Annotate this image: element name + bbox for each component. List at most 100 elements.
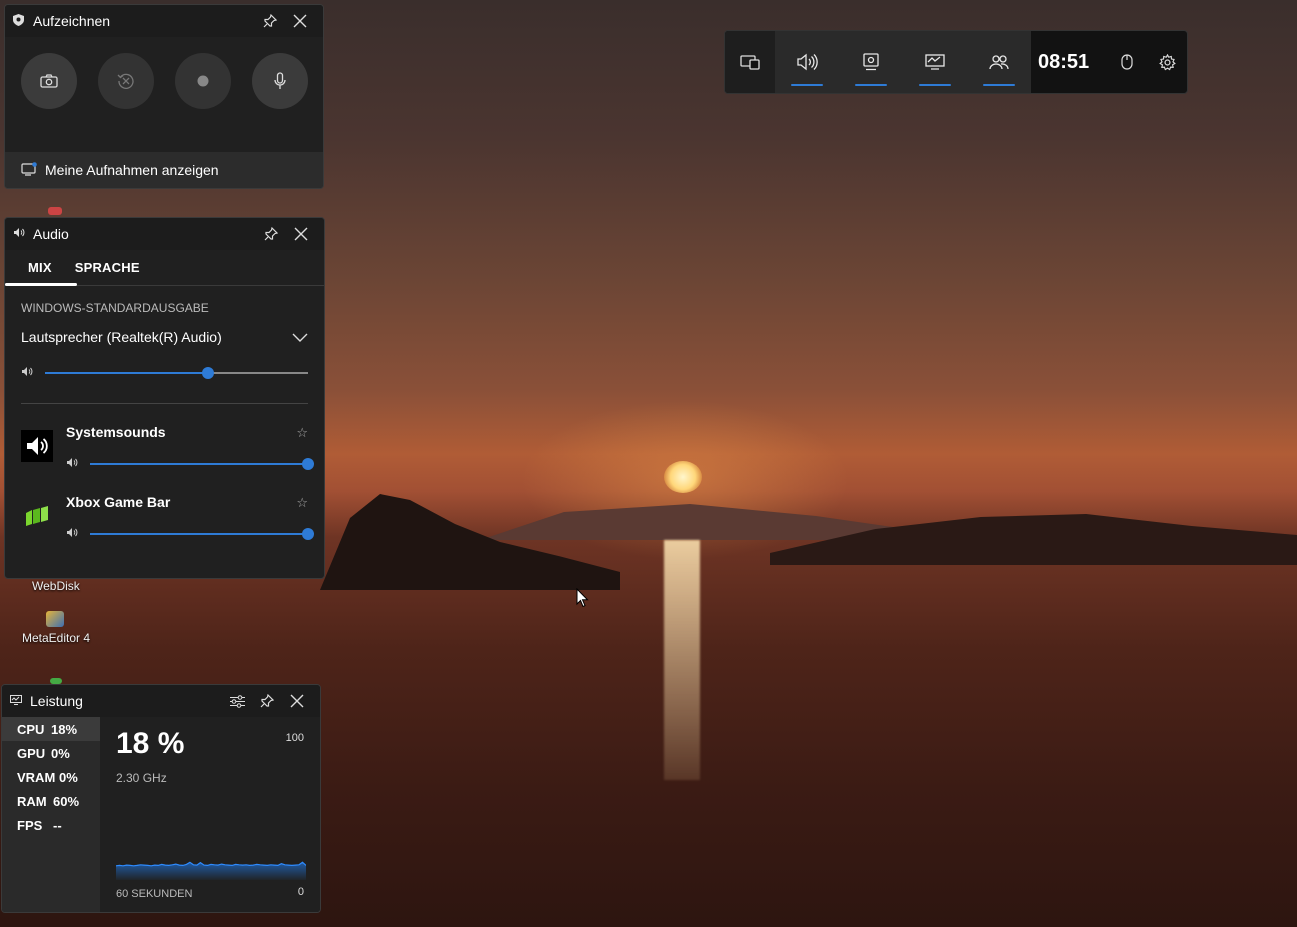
metric-value: 0% <box>59 769 78 785</box>
master-volume-row <box>5 363 324 383</box>
cpu-history-graph <box>116 861 306 880</box>
widget-menu-icon <box>740 55 760 70</box>
game-bar-status: 08:51 <box>1031 31 1187 93</box>
metric-value: 0% <box>51 745 70 761</box>
metric-ram[interactable]: RAM 60% <box>2 789 100 813</box>
capture-buttons <box>5 37 323 109</box>
close-icon[interactable] <box>286 220 316 248</box>
mouse-icon[interactable] <box>1107 54 1147 70</box>
pin-icon[interactable] <box>255 7 285 35</box>
capture-widget: Aufzeichnen Meine Aufnahmen anzeigen <box>4 4 324 189</box>
sun-reflection <box>664 540 700 780</box>
audio-titlebar[interactable]: Audio <box>5 218 324 250</box>
metric-fps[interactable]: FPS -- <box>2 813 100 837</box>
audio-widget: Audio MIX SPRACHE WINDOWS-STANDARDAUSGAB… <box>4 217 325 579</box>
master-volume-slider[interactable] <box>45 367 308 379</box>
metric-list: CPU 18% GPU 0% VRAM 0% RAM 60% FPS -- <box>2 717 100 912</box>
metric-gpu[interactable]: GPU 0% <box>2 741 100 765</box>
volume-icon <box>66 457 90 471</box>
close-icon[interactable] <box>282 687 312 715</box>
tab-sprache[interactable]: SPRACHE <box>67 250 148 285</box>
metric-key: CPU <box>17 721 45 737</box>
metric-value: 18% <box>51 721 78 737</box>
slider-thumb[interactable] <box>302 458 314 470</box>
clock: 08:51 <box>1038 50 1090 73</box>
app-volume-row <box>66 524 324 544</box>
capture-toggle-button[interactable] <box>839 31 903 93</box>
desktop-icon-partial[interactable] <box>48 207 62 215</box>
metric-vram[interactable]: VRAM 0% <box>2 765 100 789</box>
divider <box>21 403 308 404</box>
camera-icon <box>40 74 58 88</box>
history-icon <box>117 73 134 89</box>
desktop-label-webdisk[interactable]: WebDisk <box>32 579 80 593</box>
tab-mix[interactable]: MIX <box>5 250 77 286</box>
xbox-social-toggle-button[interactable] <box>967 31 1031 93</box>
slider-thumb[interactable] <box>202 367 215 379</box>
volume-icon <box>66 527 90 541</box>
capture-title: Aufzeichnen <box>33 13 111 29</box>
record-last-30s-button[interactable] <box>98 53 154 109</box>
star-icon[interactable]: ☆ <box>296 495 308 511</box>
metric-value: 60% <box>53 793 80 809</box>
start-recording-button[interactable] <box>175 53 231 109</box>
show-recordings-link[interactable]: Meine Aufnahmen anzeigen <box>5 152 323 188</box>
app-name: Xbox Game Bar <box>66 494 171 510</box>
monitor-icon <box>925 54 945 70</box>
capture-titlebar[interactable]: Aufzeichnen <box>5 5 323 37</box>
output-device-select[interactable]: Lautsprecher (Realtek(R) Audio) <box>5 315 324 345</box>
game-bar: 08:51 <box>724 30 1188 94</box>
metric-key: FPS <box>17 817 43 833</box>
gear-icon[interactable] <box>1147 53 1187 71</box>
people-icon <box>989 55 1009 70</box>
metric-key: GPU <box>17 745 46 761</box>
pin-icon[interactable] <box>252 687 282 715</box>
app-row-systemsounds: Systemsounds ☆ <box>5 416 324 486</box>
settings-sliders-icon[interactable] <box>222 687 252 715</box>
pin-icon[interactable] <box>256 220 286 248</box>
performance-title: Leistung <box>30 693 83 709</box>
performance-toggle-button[interactable] <box>903 31 967 93</box>
sun <box>664 461 702 493</box>
widget-toggles <box>775 31 1031 93</box>
record-dot-icon <box>197 75 209 87</box>
metric-detail: 18 % 2.30 GHz 100 60 SEKUNDEN 0 <box>100 717 320 912</box>
output-device-name: Lautsprecher (Realtek(R) Audio) <box>21 329 222 345</box>
show-recordings-label: Meine Aufnahmen anzeigen <box>45 162 219 178</box>
star-icon[interactable]: ☆ <box>296 425 308 441</box>
gallery-icon <box>21 161 37 179</box>
graph-max-label: 100 <box>285 732 304 744</box>
desktop-label-metaeditor[interactable]: MetaEditor 4 <box>22 631 90 645</box>
app-name: Systemsounds <box>66 424 166 440</box>
systemsounds-volume-slider[interactable] <box>90 458 314 470</box>
microphone-button[interactable] <box>252 53 308 109</box>
metric-key: VRAM <box>17 769 56 785</box>
capture-widget-icon <box>13 13 27 29</box>
slider-thumb[interactable] <box>302 528 314 540</box>
audio-title: Audio <box>33 226 69 242</box>
xbox-game-bar-icon <box>21 500 53 532</box>
chevron-down-icon <box>292 329 308 345</box>
performance-titlebar[interactable]: Leistung <box>2 685 320 717</box>
widget-menu-button[interactable] <box>725 31 775 93</box>
graph-timespan-label: 60 SEKUNDEN <box>116 888 193 900</box>
screenshot-button[interactable] <box>21 53 77 109</box>
xbox-game-bar-volume-slider[interactable] <box>90 528 314 540</box>
cpu-big-value: 18 % <box>116 727 185 760</box>
metric-key: RAM <box>17 793 47 809</box>
performance-widget: Leistung CPU 18% GPU 0% VRAM 0% RAM 60% FPS -… <box>1 684 321 913</box>
performance-body: CPU 18% GPU 0% VRAM 0% RAM 60% FPS -- 18 % 2.… <box>2 717 320 912</box>
close-icon[interactable] <box>285 7 315 35</box>
audio-tabs: MIX SPRACHE <box>5 250 324 286</box>
graph-min-label: 0 <box>297 886 304 898</box>
app-row-xbox-game-bar: Xbox Game Bar ☆ <box>5 486 324 556</box>
metric-cpu[interactable]: CPU 18% <box>2 717 100 741</box>
speaker-icon <box>797 53 818 71</box>
volume-icon <box>21 366 45 380</box>
monitor-icon <box>10 694 24 708</box>
audio-toggle-button[interactable] <box>775 31 839 93</box>
mouse-cursor <box>576 588 589 608</box>
capture-icon <box>863 53 879 71</box>
metric-value: -- <box>53 817 62 833</box>
metaeditor-icon[interactable] <box>46 611 64 627</box>
